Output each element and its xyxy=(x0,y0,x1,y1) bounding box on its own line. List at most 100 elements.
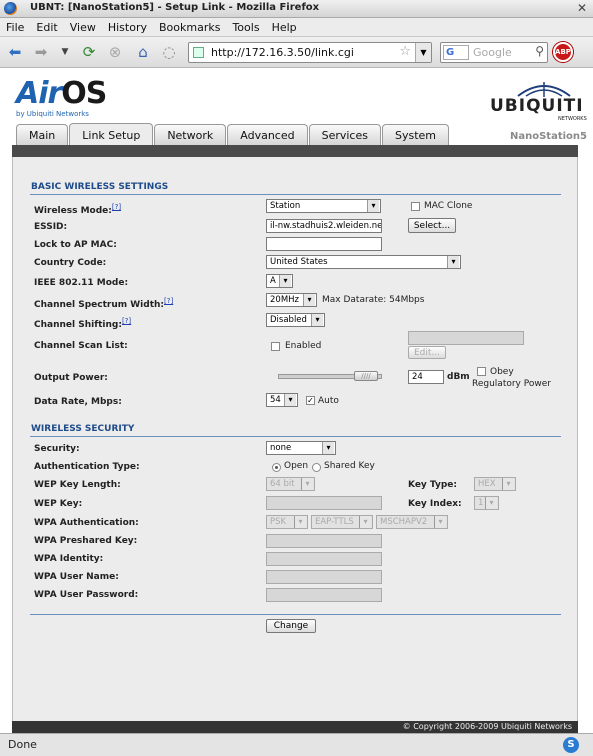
menu-bookmarks[interactable]: Bookmarks xyxy=(159,21,220,34)
copyright-footer: © Copyright 2006-2009 Ubiquiti Networks xyxy=(12,721,578,733)
url-text[interactable]: http://172.16.3.50/link.cgi xyxy=(211,46,354,59)
wpa-user-name-label: WPA User Name: xyxy=(34,572,119,582)
section-divider xyxy=(30,614,561,615)
scan-list-input xyxy=(408,331,524,345)
tab-network[interactable]: Network xyxy=(154,124,227,145)
home-icon[interactable]: ⌂ xyxy=(134,43,152,61)
search-engine-icon[interactable]: G xyxy=(443,45,469,60)
wep-key-label: WEP Key: xyxy=(34,499,83,509)
skype-icon[interactable]: S xyxy=(563,737,579,753)
wpa-user-password-label: WPA User Password: xyxy=(34,590,139,600)
url-bar[interactable]: http://172.16.3.50/link.cgi ☆ ▼ xyxy=(188,42,432,63)
mac-clone-label: MAC Clone xyxy=(424,201,473,211)
output-power-slider-thumb[interactable]: //// xyxy=(354,371,378,381)
status-bar: Done S xyxy=(0,733,593,756)
tab-bar: Main Link Setup Network Advanced Service… xyxy=(16,123,450,146)
channel-scan-list-label: Channel Scan List: xyxy=(34,341,128,351)
security-select[interactable]: none xyxy=(266,441,336,455)
auth-open-radio[interactable] xyxy=(272,463,281,472)
wpa-user-name-input xyxy=(266,570,382,584)
channel-shifting-label-text: Channel Shifting: xyxy=(34,320,122,330)
wpa-identity-input xyxy=(266,552,382,566)
forward-icon[interactable]: ➡ xyxy=(32,43,50,61)
key-type-label: Key Type: xyxy=(408,480,458,490)
adblock-icon[interactable]: ABP xyxy=(553,42,573,62)
channel-shifting-help-link[interactable]: [?] xyxy=(122,317,131,325)
change-button[interactable]: Change xyxy=(266,619,316,633)
channel-shifting-select[interactable]: Disabled xyxy=(266,313,325,327)
search-placeholder[interactable]: Google xyxy=(473,46,512,59)
wpa-user-password-input xyxy=(266,588,382,602)
basic-wireless-title: BASIC WIRELESS SETTINGS xyxy=(31,182,169,192)
wpa-identity-label: WPA Identity: xyxy=(34,554,104,564)
favicon-icon xyxy=(193,47,204,58)
auth-open-label: Open xyxy=(284,461,309,471)
menu-edit[interactable]: Edit xyxy=(36,21,57,34)
wpa-auth-method-select: PSK xyxy=(266,515,308,529)
country-code-select[interactable]: United States xyxy=(266,255,461,269)
section-divider xyxy=(30,194,561,195)
ieee-mode-label: IEEE 802.11 Mode: xyxy=(34,278,129,288)
spectrum-width-label-text: Channel Spectrum Width: xyxy=(34,300,165,310)
bookmark-star-icon[interactable]: ☆ xyxy=(399,44,411,59)
tab-services[interactable]: Services xyxy=(308,124,381,145)
mac-clone-checkbox[interactable] xyxy=(411,202,420,211)
wpa-preshared-key-label: WPA Preshared Key: xyxy=(34,536,138,546)
key-index-label: Key Index: xyxy=(408,499,462,509)
spectrum-width-select[interactable]: 20MHz xyxy=(266,293,317,307)
lock-ap-mac-input[interactable] xyxy=(266,237,382,251)
essid-label: ESSID: xyxy=(34,222,68,232)
menu-help[interactable]: Help xyxy=(272,21,297,34)
auth-type-label: Authentication Type: xyxy=(34,462,140,472)
wireless-security-title: WIRELESS SECURITY xyxy=(31,424,135,434)
data-rate-auto-checkbox[interactable]: ✓ xyxy=(306,396,315,405)
url-dropdown-icon[interactable]: ▼ xyxy=(415,43,431,62)
window-titlebar: UBNT: [NanoStation5] - Setup Link - Mozi… xyxy=(0,0,593,18)
auth-shared-key-radio[interactable] xyxy=(312,463,321,472)
wep-key-length-select: 64 bit xyxy=(266,477,315,491)
firefox-icon xyxy=(4,2,17,15)
spectrum-width-help-link[interactable]: [?] xyxy=(164,297,173,305)
throbber-icon: ◌ xyxy=(162,43,176,61)
back-icon[interactable]: ⬅ xyxy=(6,43,24,61)
ieee-mode-select[interactable]: A xyxy=(266,274,293,288)
tab-main[interactable]: Main xyxy=(16,124,69,145)
data-rate-select[interactable]: 54 xyxy=(266,393,298,407)
menu-bar: File Edit View History Bookmarks Tools H… xyxy=(0,18,593,37)
essid-select-button[interactable]: Select... xyxy=(408,218,456,233)
search-box[interactable]: G Google ⚲ xyxy=(440,42,548,63)
menu-file[interactable]: File xyxy=(6,21,24,34)
output-power-input[interactable]: 24 xyxy=(408,370,444,384)
menu-tools[interactable]: Tools xyxy=(232,21,259,34)
wpa-preshared-key-input xyxy=(266,534,382,548)
obey-regulatory-checkbox[interactable] xyxy=(477,367,486,376)
scan-list-enabled-checkbox[interactable] xyxy=(271,342,280,351)
logo-air-text: Air xyxy=(16,76,62,111)
wireless-mode-help-link[interactable]: [?] xyxy=(112,203,121,211)
airos-logo: AirOS xyxy=(16,76,107,111)
tab-system[interactable]: System xyxy=(381,124,450,145)
header-strip xyxy=(12,145,578,157)
reload-icon[interactable]: ⟳ xyxy=(80,43,98,61)
wep-key-input xyxy=(266,496,382,510)
country-code-label: Country Code: xyxy=(34,258,107,268)
history-dropdown-icon[interactable]: ▼ xyxy=(56,43,74,61)
wireless-mode-select[interactable]: Station xyxy=(266,199,381,213)
data-rate-auto-label: Auto xyxy=(318,396,339,406)
essid-input[interactable]: il-nw.stadhuis2.wleiden.ne xyxy=(266,219,382,233)
wpa-auth-eap-select: EAP-TTLS xyxy=(311,515,373,529)
tab-link-setup[interactable]: Link Setup xyxy=(69,123,154,146)
menu-view[interactable]: View xyxy=(70,21,96,34)
search-icon[interactable]: ⚲ xyxy=(535,44,544,58)
tab-advanced[interactable]: Advanced xyxy=(227,124,308,145)
menu-history[interactable]: History xyxy=(108,21,147,34)
logo-subtitle: by Ubiquiti Networks xyxy=(16,110,89,118)
close-icon[interactable]: ✕ xyxy=(577,1,587,15)
lock-ap-mac-label: Lock to AP MAC: xyxy=(34,240,117,250)
wep-key-length-label: WEP Key Length: xyxy=(34,480,121,490)
stop-icon[interactable]: ⊗ xyxy=(106,43,124,61)
wireless-mode-label: Wireless Mode:[?] xyxy=(34,203,121,216)
ubiquiti-logo: UBIQUITI xyxy=(490,96,584,116)
logo-os-text: OS xyxy=(61,76,107,111)
scan-list-enabled-label: Enabled xyxy=(285,341,322,351)
